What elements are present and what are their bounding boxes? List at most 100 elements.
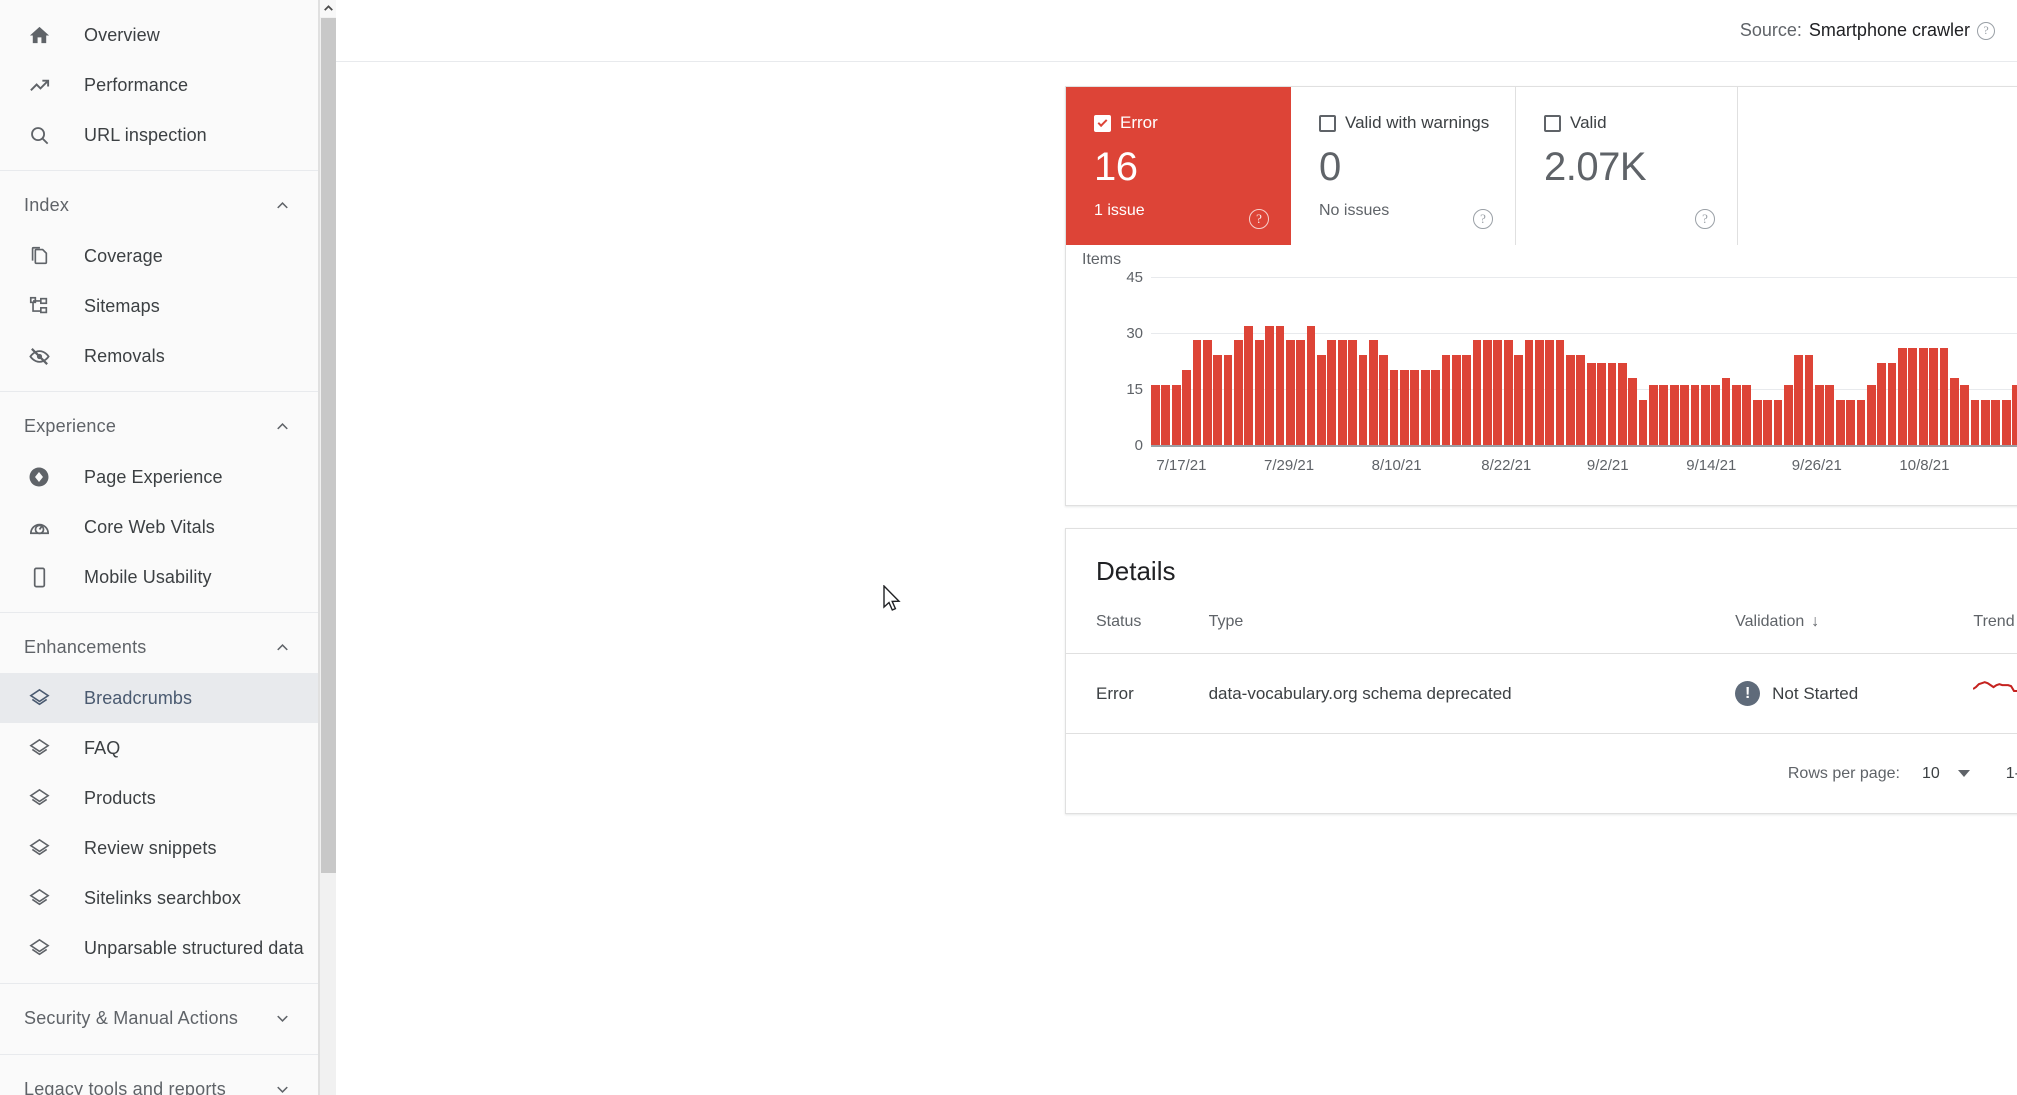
chart-bar[interactable] <box>1244 325 1254 445</box>
chevron-up-icon[interactable] <box>273 638 292 657</box>
chart-bar[interactable] <box>1597 362 1606 445</box>
chart-bar[interactable] <box>1887 362 1897 445</box>
chart-bar[interactable] <box>1524 340 1534 445</box>
chart-bar[interactable] <box>2012 385 2017 445</box>
chart-bar[interactable] <box>1151 385 1160 445</box>
chart-bar[interactable] <box>1379 355 1389 445</box>
chart-bar[interactable] <box>1348 340 1357 445</box>
chart-bar[interactable] <box>1254 340 1264 445</box>
scrollbar-thumb[interactable] <box>321 18 336 873</box>
chart-bar[interactable] <box>1545 340 1555 445</box>
sidebar-item-removals[interactable]: Removals <box>0 331 320 381</box>
sidebar-item-review-snippets[interactable]: Review snippets <box>0 823 320 873</box>
chart-bar[interactable] <box>1441 355 1451 445</box>
chevron-up-icon[interactable] <box>273 196 292 215</box>
status-card-error[interactable]: Error 16 1 issue ? <box>1066 87 1291 245</box>
sidebar-item-core-web-vitals[interactable]: Core Web Vitals <box>0 502 320 552</box>
status-card-valid-with-warnings[interactable]: Valid with warnings 0 No issues ? <box>1291 87 1516 245</box>
chart-bar[interactable] <box>1368 340 1378 445</box>
help-circle-icon[interactable]: ? <box>1249 209 1269 229</box>
sidebar-scrollbar[interactable] <box>319 0 336 1095</box>
chart-bar[interactable] <box>1929 347 1938 445</box>
chart-bar[interactable] <box>1171 385 1181 445</box>
chart-bar[interactable] <box>1742 385 1752 445</box>
chart-bar[interactable] <box>1503 340 1513 445</box>
rows-per-page-select[interactable]: 10 <box>1922 765 1970 783</box>
sidebar-item-sitemaps[interactable]: Sitemaps <box>0 281 320 331</box>
help-circle-icon[interactable]: ? <box>1695 209 1715 229</box>
help-circle-icon[interactable]: ? <box>1977 21 1995 40</box>
chart-bar[interactable] <box>1856 400 1866 445</box>
chart-bar[interactable] <box>1711 385 1721 445</box>
chart-bar[interactable] <box>1638 400 1648 445</box>
chart-bar[interactable] <box>1337 340 1347 445</box>
error-checkbox[interactable] <box>1094 114 1111 132</box>
help-circle-icon[interactable]: ? <box>1473 209 1493 229</box>
chart-bar[interactable] <box>1815 385 1824 445</box>
chart-bar[interactable] <box>1981 400 1990 445</box>
cell-type[interactable]: data-vocabulary.org schema deprecated <box>1208 653 1736 733</box>
chart-bar[interactable] <box>1773 400 1783 445</box>
chart-bar[interactable] <box>1918 347 1928 445</box>
valid-with-warnings-checkbox[interactable] <box>1319 114 1336 132</box>
chart-bar[interactable] <box>1908 347 1918 445</box>
sidebar-item-faq[interactable]: FAQ <box>0 723 320 773</box>
scroll-up-arrow-icon[interactable] <box>320 0 336 17</box>
chart-bar[interactable] <box>1732 385 1741 445</box>
chart-bar[interactable] <box>1680 385 1689 445</box>
column-header-trend[interactable]: Trend <box>1973 613 2017 654</box>
chart-bar[interactable] <box>1659 385 1669 445</box>
chart-bar[interactable] <box>1752 400 1762 445</box>
chart-bar[interactable] <box>1700 385 1710 445</box>
chart-bar[interactable] <box>1202 340 1212 445</box>
chart-bar[interactable] <box>1846 400 1855 445</box>
chart-bar[interactable] <box>1763 400 1772 445</box>
chart-bar[interactable] <box>1389 370 1399 445</box>
chart-bar[interactable] <box>1586 362 1596 445</box>
chart-bar[interactable] <box>1721 377 1731 445</box>
status-card-valid[interactable]: Valid 2.07K ? <box>1516 87 1738 245</box>
column-header-status[interactable]: Status <box>1066 613 1209 654</box>
sidebar-item-products[interactable]: Products <box>0 773 320 823</box>
chart-bar[interactable] <box>1410 370 1420 445</box>
table-row[interactable]: Error data-vocabulary.org schema depreca… <box>1066 653 2017 733</box>
valid-checkbox[interactable] <box>1544 114 1561 132</box>
chart-bar[interactable] <box>1327 340 1337 445</box>
chart-bar[interactable] <box>1783 385 1793 445</box>
chart-bar[interactable] <box>1317 355 1326 445</box>
chart-bar[interactable] <box>1825 385 1835 445</box>
sidebar-item-unparsable-structured-data[interactable]: Unparsable structured data <box>0 923 320 973</box>
chart-bar[interactable] <box>1420 370 1430 445</box>
chevron-down-icon[interactable] <box>273 1009 292 1028</box>
chart-bar[interactable] <box>1534 340 1544 445</box>
chart-bar[interactable] <box>1223 355 1233 445</box>
chart-bar[interactable] <box>1285 340 1295 445</box>
chart-bar[interactable] <box>1400 370 1409 445</box>
chart-bar[interactable] <box>1877 362 1887 445</box>
sidebar-section-security-manual-actions[interactable]: Security & Manual Actions <box>0 992 320 1044</box>
chart-bar[interactable] <box>1794 355 1804 445</box>
chart-bar[interactable] <box>1949 377 1959 445</box>
chart-bar[interactable] <box>1960 385 1970 445</box>
chart-bar[interactable] <box>1669 385 1679 445</box>
chart-bar[interactable] <box>1182 370 1191 445</box>
sidebar-item-url-inspection[interactable]: URL inspection <box>0 110 320 160</box>
chart-bar[interactable] <box>1514 355 1523 445</box>
chart-bar[interactable] <box>1970 400 1980 445</box>
chart-bar[interactable] <box>1991 400 2001 445</box>
sidebar-item-performance[interactable]: Performance <box>0 60 320 110</box>
chart-bar[interactable] <box>1358 355 1368 445</box>
sidebar-section-legacy-tools[interactable]: Legacy tools and reports <box>0 1063 320 1095</box>
chart-bar[interactable] <box>1161 385 1171 445</box>
chart-bar[interactable] <box>1804 355 1814 445</box>
sidebar-item-sitelinks-searchbox[interactable]: Sitelinks searchbox <box>0 873 320 923</box>
chart-bar[interactable] <box>1566 355 1575 445</box>
chart-bar[interactable] <box>1462 355 1472 445</box>
chart-bar[interactable] <box>1628 377 1638 445</box>
sidebar-item-page-experience[interactable]: Page Experience <box>0 452 320 502</box>
chevron-down-icon[interactable] <box>273 1080 292 1095</box>
chart-bar[interactable] <box>1234 340 1243 445</box>
sidebar-item-breadcrumbs[interactable]: Breadcrumbs <box>0 673 320 723</box>
sidebar-section-experience[interactable]: Experience <box>0 400 320 452</box>
chart-bar[interactable] <box>1431 370 1440 445</box>
